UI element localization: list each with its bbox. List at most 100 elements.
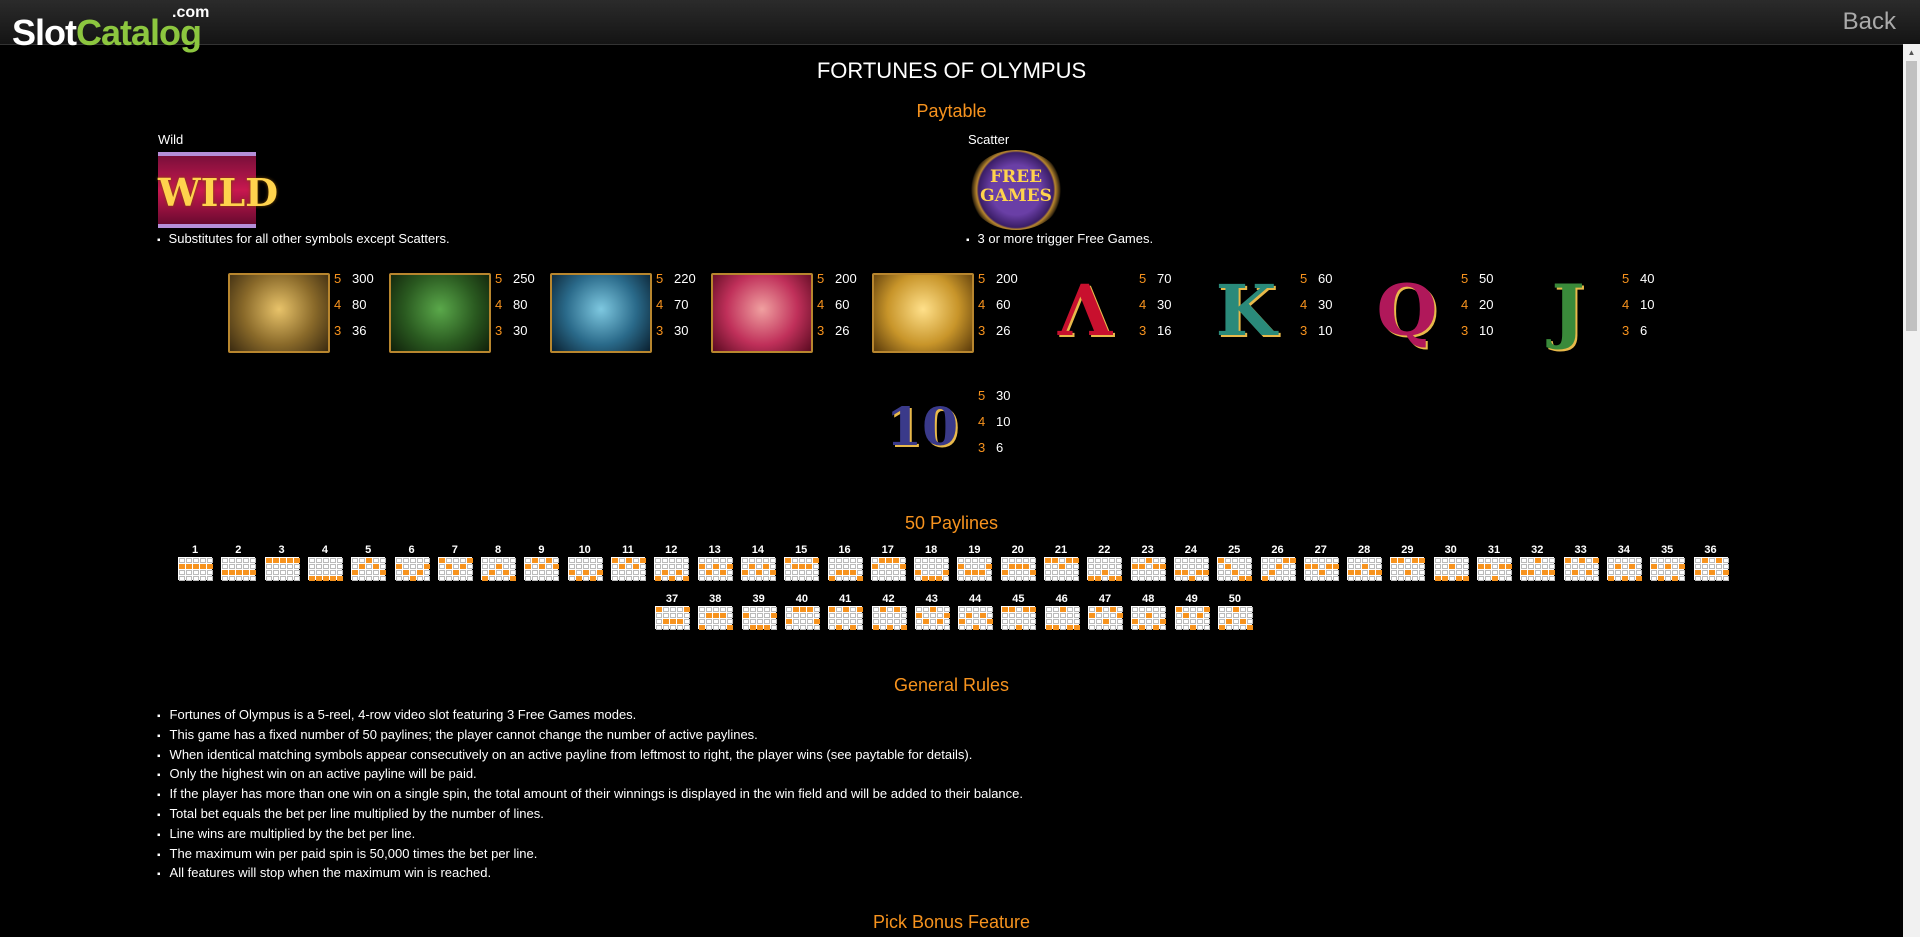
payline-cell — [1117, 607, 1123, 612]
payline-cell — [1391, 576, 1398, 581]
payline-cell — [656, 613, 662, 618]
payline-cell-active — [1325, 564, 1332, 569]
payline-cell-active — [1218, 558, 1225, 563]
payline-cell — [799, 570, 806, 575]
payline-cell-active — [1665, 564, 1672, 569]
payline-cell — [315, 558, 322, 563]
payline-cell-active — [986, 564, 993, 569]
payline-number: 14 — [751, 544, 765, 556]
payline-cell-active — [915, 570, 922, 575]
payline-cell — [1722, 576, 1729, 581]
payline-cell — [713, 619, 720, 624]
payline-cell — [222, 558, 229, 563]
payline-cell — [677, 625, 683, 630]
payline-cell-active — [243, 570, 250, 575]
payline-cell — [1485, 570, 1491, 575]
rule-item: All features will stop when the maximum … — [157, 865, 492, 880]
payline-cell — [1614, 570, 1621, 575]
payline-cell — [1694, 576, 1701, 581]
payline-cell-active — [922, 576, 929, 581]
payline-pattern — [221, 557, 257, 581]
payline-cell — [959, 613, 966, 618]
payline-26: 26 — [1260, 543, 1296, 581]
payline-cell — [612, 570, 618, 575]
payline-cell — [899, 570, 906, 575]
payline-43: 43 — [914, 592, 950, 630]
payline-cell — [762, 558, 769, 563]
payline-cell-active — [553, 564, 560, 569]
scrollbar-thumb[interactable] — [1906, 61, 1917, 331]
payline-cell — [872, 607, 879, 612]
payline-cell — [1016, 619, 1023, 624]
payline-cell-active — [186, 564, 192, 569]
payline-cell — [915, 607, 922, 612]
payline-cell — [792, 625, 799, 630]
payline-cell — [1499, 570, 1505, 575]
payline-cell — [929, 625, 936, 630]
payline-number: 6 — [408, 544, 415, 556]
payline-cell-active — [663, 619, 669, 624]
payline-cell — [886, 613, 893, 618]
payline-cell — [698, 576, 705, 581]
payline-pattern — [914, 557, 950, 581]
payline-cell — [1376, 576, 1383, 581]
payline-cell — [366, 570, 373, 575]
payline-cell — [813, 570, 820, 575]
payline-cell — [842, 564, 849, 569]
payline-20: 20 — [1000, 543, 1036, 581]
payline-cell — [1592, 576, 1599, 581]
zeus-pays: 5 300 4 80 3 36 — [334, 271, 374, 338]
payline-cell — [806, 570, 813, 575]
vertical-scrollbar[interactable]: ▲ — [1903, 44, 1920, 937]
payline-cell-active — [1462, 576, 1469, 581]
payline-cell — [706, 625, 713, 630]
payline-cell — [943, 558, 950, 563]
payline-cell — [193, 570, 199, 575]
payline-cell — [1564, 576, 1571, 581]
payline-cell — [1052, 619, 1059, 624]
payline-cell — [1023, 619, 1030, 624]
payline-pattern — [1173, 557, 1209, 581]
payline-cell — [966, 625, 973, 630]
payline-cell-active — [792, 564, 799, 569]
payline-cell — [792, 576, 799, 581]
payline-cell — [336, 564, 343, 569]
payline-cell — [1023, 625, 1030, 630]
rule-item: When identical matching symbols appear c… — [157, 747, 973, 762]
payline-cell — [1506, 576, 1512, 581]
payline-cell — [1571, 564, 1578, 569]
payline-cell-active — [741, 570, 748, 575]
payline-cell — [835, 576, 842, 581]
payline-cell — [1203, 619, 1210, 624]
payline-cell — [1239, 570, 1246, 575]
scroll-up-arrow-icon[interactable]: ▲ — [1903, 44, 1920, 61]
payline-pattern — [567, 557, 603, 581]
payline-pattern — [784, 606, 820, 630]
payline-cell — [293, 576, 300, 581]
k-symbol-icon: K — [1215, 269, 1277, 352]
payline-pattern — [351, 557, 387, 581]
payline-cell — [1311, 576, 1318, 581]
payline-cell-active — [792, 607, 799, 612]
payline-cell — [749, 607, 756, 612]
back-button[interactable]: Back — [1843, 8, 1896, 36]
payline-cell — [265, 564, 272, 569]
payline-cell — [409, 570, 416, 575]
payline-cell — [705, 576, 712, 581]
payline-cell — [1628, 558, 1635, 563]
payline-pattern — [1520, 557, 1556, 581]
payline-cell — [726, 558, 733, 563]
payline-cell — [1073, 570, 1079, 575]
payline-cell — [1455, 558, 1462, 563]
payline-cell-active — [532, 558, 539, 563]
payline-cell — [1679, 570, 1686, 575]
payline-cell — [1096, 625, 1102, 630]
payline-cell — [193, 558, 199, 563]
payline-cell-active — [1246, 625, 1253, 630]
payline-cell — [1225, 613, 1232, 618]
payline-cell — [1045, 576, 1051, 581]
payline-cell — [806, 576, 813, 581]
payline-cell — [663, 613, 669, 618]
payline-cell-active — [1578, 558, 1585, 563]
payline-cell-active — [813, 558, 820, 563]
